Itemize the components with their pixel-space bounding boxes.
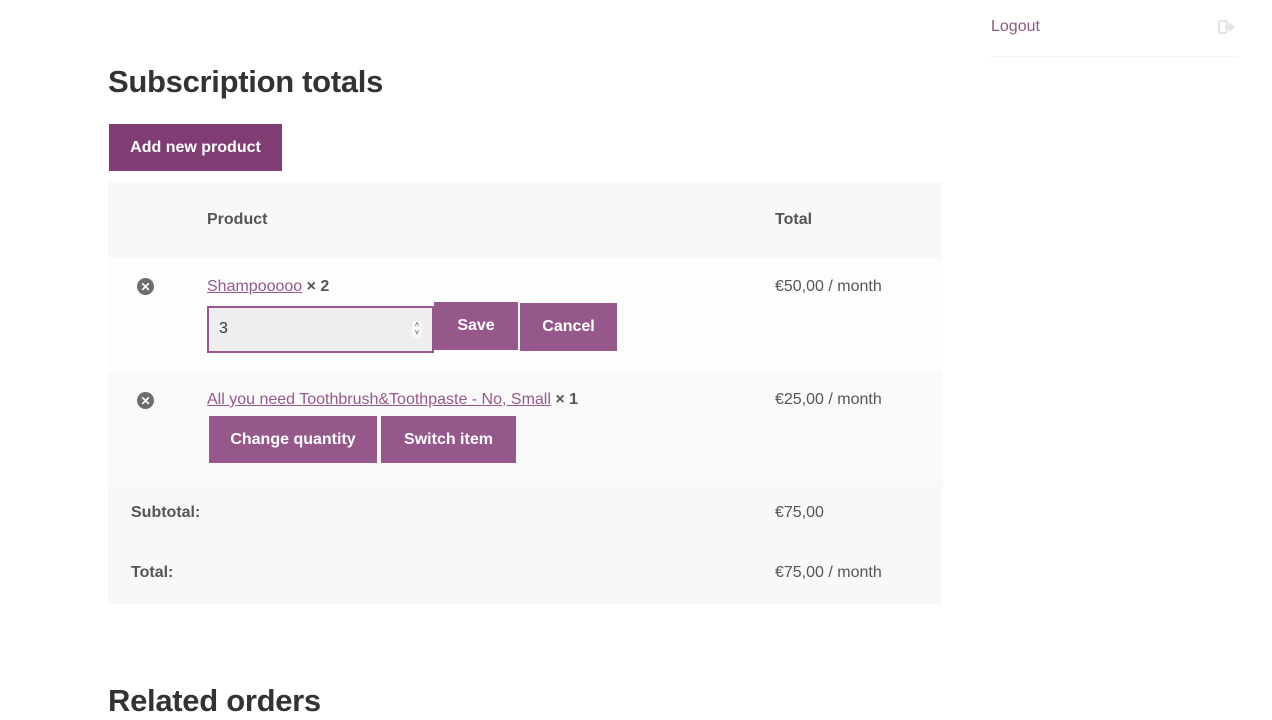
column-header-product: Product xyxy=(207,211,268,228)
quantity-field[interactable]: ˄˅ xyxy=(207,306,434,353)
remove-item-icon[interactable]: ✕ xyxy=(137,392,154,409)
account-nav: Logout xyxy=(990,14,1238,57)
total-row: Total: €75,00 / month xyxy=(108,544,942,604)
product-name-line: All you need Toothbrush&Toothpaste - No,… xyxy=(207,391,578,409)
quantity-text: × 1 xyxy=(555,391,579,408)
sign-out-icon[interactable] xyxy=(1218,19,1236,35)
quantity-input[interactable] xyxy=(217,319,401,339)
remove-item-icon[interactable]: ✕ xyxy=(137,278,154,295)
logout-link[interactable]: Logout xyxy=(991,18,1040,36)
subtotal-value: €75,00 xyxy=(775,504,824,521)
table-row-toothbrush: ✕ All you need Toothbrush&Toothpaste - N… xyxy=(108,372,942,482)
change-quantity-button[interactable]: Change quantity xyxy=(209,416,377,463)
add-new-product-button[interactable]: Add new product xyxy=(109,124,282,171)
subtotal-label: Subtotal: xyxy=(131,504,201,521)
table-header: Product Total xyxy=(108,182,942,258)
quantity-stepper-icon[interactable]: ˄ ˅ xyxy=(412,321,422,338)
line-total: €50,00 / month xyxy=(775,278,882,295)
line-total: €25,00 / month xyxy=(775,391,882,408)
subtotal-row: Subtotal: €75,00 xyxy=(108,482,942,544)
switch-item-button[interactable]: Switch item xyxy=(381,416,516,463)
product-link[interactable]: All you need Toothbrush&Toothpaste - No,… xyxy=(207,391,551,408)
product-name-line: Shampooooo × 2 xyxy=(207,278,329,296)
related-orders-title: Related orders xyxy=(108,683,321,718)
subscription-totals-table: Product Total ✕ xyxy=(108,182,942,258)
save-button[interactable]: Save xyxy=(434,302,518,350)
quantity-text: × 2 xyxy=(306,278,330,295)
column-header-total: Total xyxy=(775,211,813,228)
subscription-totals-title: Subscription totals xyxy=(108,64,384,99)
total-value: €75,00 / month xyxy=(775,564,882,581)
cancel-button[interactable]: Cancel xyxy=(520,303,617,351)
total-label: Total: xyxy=(131,564,174,581)
product-link[interactable]: Shampooooo xyxy=(207,278,302,295)
